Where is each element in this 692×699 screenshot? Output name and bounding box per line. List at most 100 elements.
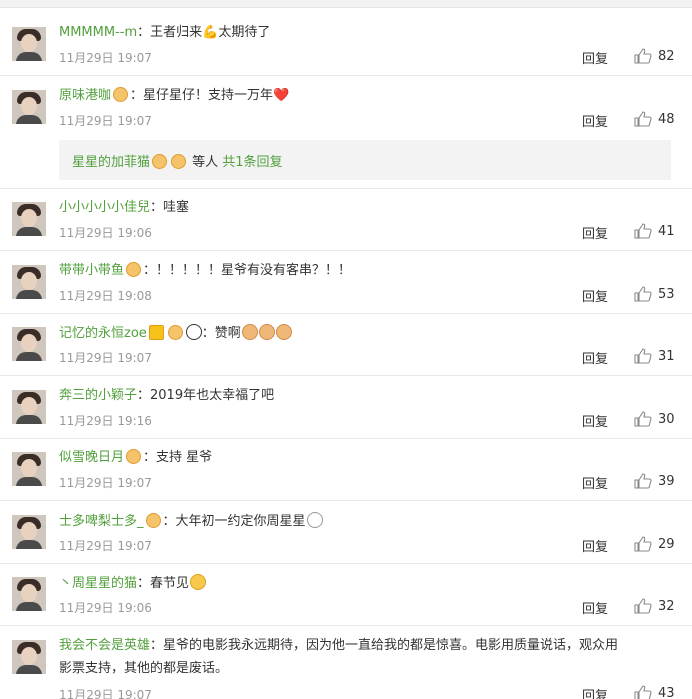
thumbs-up-icon	[634, 536, 652, 552]
comment-time: 11月29日 19:08	[59, 289, 152, 303]
avatar[interactable]	[12, 452, 46, 486]
member-badge-icon	[152, 154, 168, 169]
like-count: 41	[658, 223, 675, 239]
comment-text: ：哇塞	[150, 200, 190, 215]
divider	[0, 313, 692, 314]
comment-feed: MMMMM--m：王者归来💪太期待了 11月29日 19:07 回复 82 原味…	[0, 0, 692, 699]
like-count: 53	[658, 286, 675, 302]
avatar[interactable]	[12, 90, 46, 124]
divider	[0, 438, 692, 439]
like-button[interactable]: 41	[634, 223, 675, 239]
comment-time: 11月29日 19:06	[59, 226, 152, 240]
reply-button[interactable]: 回复	[582, 223, 608, 242]
avatar[interactable]	[12, 265, 46, 299]
thumbs-up-icon	[634, 411, 652, 427]
like-count: 32	[658, 598, 675, 614]
sub-reply-box[interactable]: 星星的加菲猫 等人 共1条回复	[59, 140, 671, 180]
like-button[interactable]: 43	[634, 685, 675, 699]
reply-button[interactable]: 回复	[582, 685, 608, 699]
ok-hand-emoji-icon	[306, 512, 323, 528]
face-emoji-icon	[275, 324, 292, 340]
divider	[0, 563, 692, 564]
username-link[interactable]: 原味港咖	[59, 88, 111, 103]
username-link[interactable]: 士多啤梨士多_	[59, 514, 144, 529]
avatar[interactable]	[12, 640, 46, 674]
like-button[interactable]: 48	[634, 111, 675, 127]
comment-text: ：王者归来💪太期待了	[137, 25, 271, 40]
divider	[0, 75, 692, 76]
like-button[interactable]: 29	[634, 536, 675, 552]
verified-v-icon	[148, 325, 164, 340]
divider	[0, 250, 692, 251]
like-button[interactable]: 53	[634, 286, 675, 302]
divider	[0, 500, 692, 501]
like-button[interactable]: 30	[634, 411, 675, 427]
comment-time: 11月29日 19:07	[59, 688, 152, 699]
like-button[interactable]: 82	[634, 48, 675, 64]
comment-text: ：2019年也太幸福了吧	[137, 388, 275, 403]
username-link[interactable]: 奔三的小颖子	[59, 388, 137, 403]
thumbs-up-icon	[634, 348, 652, 364]
username-link[interactable]: 带带小带鱼	[59, 263, 124, 278]
reply-button[interactable]: 回复	[582, 598, 608, 617]
comment-time: 11月29日 19:07	[59, 539, 152, 553]
reply-button[interactable]: 回复	[582, 473, 608, 492]
kiss-emoji-icon	[190, 574, 207, 590]
username-link[interactable]: 星星的加菲猫	[72, 155, 150, 170]
like-count: 31	[658, 348, 675, 364]
member-badge-icon	[167, 325, 183, 340]
like-button[interactable]: 31	[634, 348, 675, 364]
face-emoji-icon	[258, 324, 275, 340]
username-link[interactable]: 丶周星星的猫	[59, 576, 137, 591]
comment-time: 11月29日 19:07	[59, 114, 152, 128]
comment-time: 11月29日 19:07	[59, 476, 152, 490]
like-count: 48	[658, 111, 675, 127]
reply-button[interactable]: 回复	[582, 286, 608, 305]
reply-button[interactable]: 回复	[582, 111, 608, 130]
comment-text: ：赞啊	[201, 326, 241, 341]
divider	[0, 188, 692, 189]
divider	[0, 625, 692, 626]
comment-text-line2: 影票支持，其他的都是废话。	[59, 661, 229, 676]
reply-button[interactable]: 回复	[582, 536, 608, 555]
vip-badge-icon	[171, 154, 187, 169]
username-link[interactable]: 我会不会是英雄	[59, 638, 150, 653]
thumbs-up-icon	[634, 48, 652, 64]
like-count: 30	[658, 411, 675, 427]
avatar[interactable]	[12, 515, 46, 549]
username-link[interactable]: 记忆的永恒zoe	[59, 326, 147, 341]
username-link[interactable]: 似雪晚日月	[59, 450, 124, 465]
like-count: 39	[658, 473, 675, 489]
thumbs-up-icon	[634, 598, 652, 614]
member-badge-icon	[113, 87, 129, 102]
comment-text: ：星爷的电影我永远期待，因为他一直给我的都是惊喜。电影用质量说话，观众用	[150, 638, 619, 653]
avatar[interactable]	[12, 327, 46, 361]
comment-text: ：！！！！！星爷有没有客串？！！	[143, 263, 352, 278]
top-bar	[0, 0, 692, 8]
avatar[interactable]	[12, 577, 46, 611]
reply-count-link[interactable]: 共1条回复	[222, 155, 282, 170]
like-button[interactable]: 32	[634, 598, 675, 614]
thumbs-up-icon	[634, 111, 652, 127]
comment-text: ：星仔星仔！支持一万年❤️	[130, 88, 290, 103]
avatar[interactable]	[12, 27, 46, 61]
reply-button[interactable]: 回复	[582, 348, 608, 367]
face-emoji-icon	[241, 324, 258, 340]
reply-button[interactable]: 回复	[582, 48, 608, 67]
avatar[interactable]	[12, 202, 46, 236]
thumbs-up-icon	[634, 223, 652, 239]
comment-text: ：春节见	[137, 576, 190, 591]
divider	[0, 375, 692, 376]
comment-text: ：支持 星爷	[143, 450, 213, 465]
avatar[interactable]	[12, 390, 46, 424]
member-badge-icon	[126, 449, 142, 464]
comment-time: 11月29日 19:06	[59, 601, 152, 615]
like-button[interactable]: 39	[634, 473, 675, 489]
like-count: 82	[658, 48, 675, 64]
sub-reply-mid-text: 等人	[188, 155, 223, 170]
username-link[interactable]: MMMMM--m	[59, 25, 137, 40]
username-link[interactable]: 小小小小小佳兒	[59, 200, 150, 215]
reply-button[interactable]: 回复	[582, 411, 608, 430]
member-badge-icon	[145, 513, 161, 528]
like-count: 29	[658, 536, 675, 552]
